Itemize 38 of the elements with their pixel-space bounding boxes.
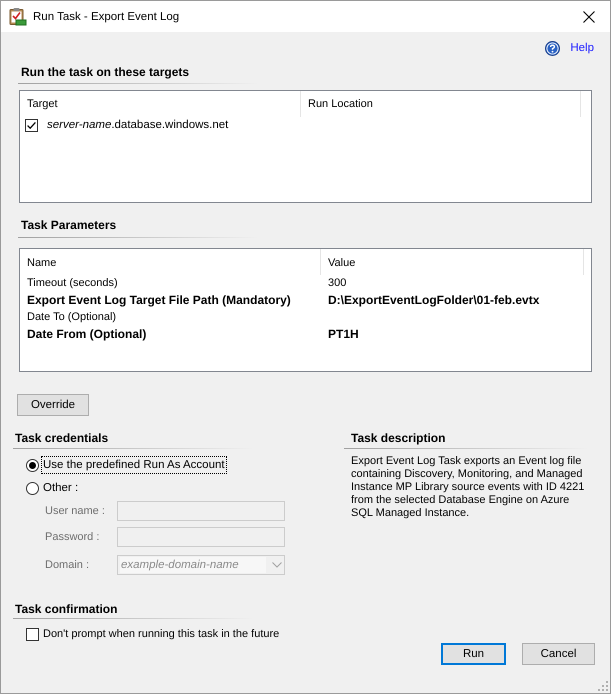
field-label: User name :: [45, 504, 106, 519]
parameter-value: 300: [327, 276, 346, 291]
task-description-text: Export Event Log Task exports an Event log file containing Discovery, Monitoring, and Managed Instance MP Library source events with ID 4221 from the selected Database Engine on Azure SQL Managed Instance.: [351, 455, 586, 520]
parameter-name: Timeout (seconds): [26, 276, 119, 291]
target-name: server-name.database.windows.net: [46, 118, 228, 133]
section-title: Task credentials: [15, 431, 110, 445]
column-header[interactable]: Name: [20, 249, 321, 275]
clipboard-icon: [8, 7, 27, 26]
parameter-name: Export Event Log Target File Path (Mandatory): [26, 292, 292, 309]
checkbox-label[interactable]: Don't prompt when running this task in the future: [43, 626, 280, 642]
help-icon: [545, 40, 560, 56]
field-label: Domain :: [45, 558, 90, 573]
parameter-value: D:\ExportEventLogFolder\01-feb.evtx: [327, 292, 540, 309]
checkbox[interactable]: [26, 628, 39, 640]
dialog-button[interactable]: Cancel: [522, 643, 595, 665]
checkbox[interactable]: [25, 119, 38, 132]
help-link[interactable]: Help: [545, 40, 594, 56]
section-title: Run the task on these targets: [21, 65, 190, 79]
parameter-value: PT1H: [327, 326, 359, 343]
close-icon: [583, 10, 595, 22]
column-header[interactable]: Run Location: [301, 91, 581, 117]
override-button[interactable]: Override: [17, 394, 89, 416]
parameter-name: Date To (Optional): [26, 310, 118, 325]
column-header[interactable]: Value: [321, 249, 584, 275]
radio-label[interactable]: Other :: [41, 479, 80, 497]
section-title: Task Parameters: [21, 218, 118, 232]
field-label: Password :: [45, 530, 100, 545]
radio-button[interactable]: [26, 458, 39, 472]
column-header[interactable]: Target: [20, 91, 301, 117]
resize-grip-icon[interactable]: [598, 681, 608, 691]
window-title: Run Task - Export Event Log: [33, 10, 180, 24]
dialog-button[interactable]: Run: [441, 643, 506, 665]
chevron-down-icon: [272, 562, 282, 568]
section-title: Task description: [350, 431, 446, 445]
radio-button[interactable]: [26, 482, 39, 494]
parameter-name: Date From (Optional): [26, 326, 148, 343]
section-title: Task confirmation: [15, 602, 118, 616]
radio-label[interactable]: Use the predefined Run As Account: [41, 456, 227, 474]
